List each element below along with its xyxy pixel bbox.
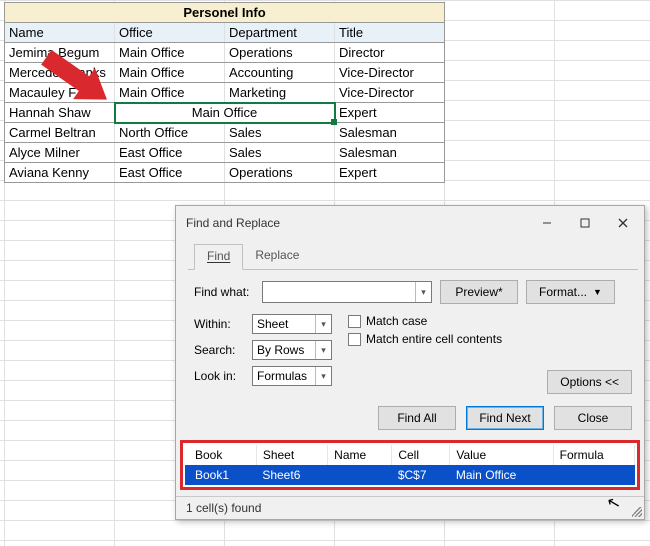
cell[interactable]: Sales: [225, 143, 335, 163]
tab-replace[interactable]: Replace: [243, 244, 311, 270]
cell[interactable]: Carmel Beltran: [5, 123, 115, 143]
col-dept: Department: [225, 23, 335, 43]
results-cell: Main Office: [450, 465, 553, 485]
cell[interactable]: Vice-Director: [335, 63, 445, 83]
table-row[interactable]: Aviana KennyEast OfficeOperationsExpert: [5, 163, 445, 183]
results-cell: $C$7: [392, 465, 450, 485]
results-header[interactable]: Name: [328, 445, 392, 465]
options-button[interactable]: Options <<: [547, 370, 632, 394]
within-combo[interactable]: Sheet ▾: [252, 314, 332, 334]
results-cell: [328, 465, 392, 485]
lookin-combo[interactable]: Formulas ▾: [252, 366, 332, 386]
search-combo[interactable]: By Rows ▾: [252, 340, 332, 360]
cell[interactable]: Aviana Kenny: [5, 163, 115, 183]
results-row[interactable]: Book1Sheet6 $C$7Main Office: [185, 465, 635, 485]
results-panel: BookSheetNameCellValueFormula Book1Sheet…: [180, 440, 640, 490]
find-replace-dialog: Find and Replace Find Replace Find what:…: [175, 205, 645, 520]
tab-find[interactable]: Find: [194, 244, 243, 270]
data-table: Personel Info Name Office Department Tit…: [4, 2, 445, 183]
preview-button[interactable]: Preview*: [440, 280, 518, 304]
table-row[interactable]: Jemima BegumMain OfficeOperationsDirecto…: [5, 43, 445, 63]
maximize-button[interactable]: [566, 212, 604, 234]
chevron-down-icon[interactable]: ▾: [315, 315, 331, 333]
cell[interactable]: East Office: [115, 163, 225, 183]
cell[interactable]: Alyce Milner: [5, 143, 115, 163]
results-cell: [553, 465, 634, 485]
cell[interactable]: Expert: [335, 103, 445, 123]
find-next-button[interactable]: Find Next: [466, 406, 544, 430]
close-button[interactable]: Close: [554, 406, 632, 430]
col-title: Title: [335, 23, 445, 43]
cell[interactable]: Sales: [225, 123, 335, 143]
chevron-down-icon[interactable]: ▾: [315, 341, 331, 359]
table-row[interactable]: Hannah ShawMain OfficeExpert: [5, 103, 445, 123]
results-cell: Sheet6: [256, 465, 327, 485]
within-label: Within:: [194, 317, 246, 331]
cell[interactable]: Operations: [225, 43, 335, 63]
minimize-button[interactable]: [528, 212, 566, 234]
find-what-label: Find what:: [194, 285, 254, 299]
dialog-titlebar[interactable]: Find and Replace: [176, 206, 644, 240]
results-header[interactable]: Book: [185, 445, 256, 465]
cell[interactable]: Main Office: [115, 63, 225, 83]
cell[interactable]: Expert: [335, 163, 445, 183]
results-header[interactable]: Cell: [392, 445, 450, 465]
cell[interactable]: Main Office: [115, 83, 225, 103]
cell[interactable]: Salesman: [335, 123, 445, 143]
results-header[interactable]: Formula: [553, 445, 634, 465]
cursor-icon: ↖: [604, 492, 622, 515]
table-row[interactable]: Carmel BeltranNorth OfficeSalesSalesman: [5, 123, 445, 143]
match-entire-checkbox[interactable]: Match entire cell contents: [348, 332, 632, 346]
lookin-label: Look in:: [194, 369, 246, 383]
close-window-button[interactable]: [604, 212, 642, 234]
results-cell: Book1: [185, 465, 256, 485]
cell[interactable]: Main Office: [115, 43, 225, 63]
cell[interactable]: Accounting: [225, 63, 335, 83]
results-header[interactable]: Sheet: [256, 445, 327, 465]
table-row[interactable]: Alyce MilnerEast OfficeSalesSalesman: [5, 143, 445, 163]
format-button[interactable]: Format...▼: [526, 280, 615, 304]
cell[interactable]: East Office: [115, 143, 225, 163]
find-what-input[interactable]: ▾: [262, 281, 432, 303]
cell[interactable]: Director: [335, 43, 445, 63]
chevron-down-icon[interactable]: ▾: [415, 282, 431, 302]
match-case-checkbox[interactable]: Match case: [348, 314, 632, 328]
cell[interactable]: North Office: [115, 123, 225, 143]
cell[interactable]: Salesman: [335, 143, 445, 163]
col-office: Office: [115, 23, 225, 43]
cell[interactable]: Marketing: [225, 83, 335, 103]
chevron-down-icon[interactable]: ▾: [315, 367, 331, 385]
resize-grip[interactable]: [632, 507, 642, 517]
status-text: 1 cell(s) found: [186, 501, 261, 515]
dialog-title: Find and Replace: [186, 216, 528, 230]
selected-cell[interactable]: Main Office: [115, 103, 335, 123]
table-column-headers: Name Office Department Title: [5, 23, 445, 43]
find-all-button[interactable]: Find All: [378, 406, 456, 430]
cell[interactable]: Operations: [225, 163, 335, 183]
table-title: Personel Info: [5, 3, 445, 23]
cell[interactable]: Vice-Director: [335, 83, 445, 103]
col-name: Name: [5, 23, 115, 43]
search-label: Search:: [194, 343, 246, 357]
results-header[interactable]: Value: [450, 445, 553, 465]
